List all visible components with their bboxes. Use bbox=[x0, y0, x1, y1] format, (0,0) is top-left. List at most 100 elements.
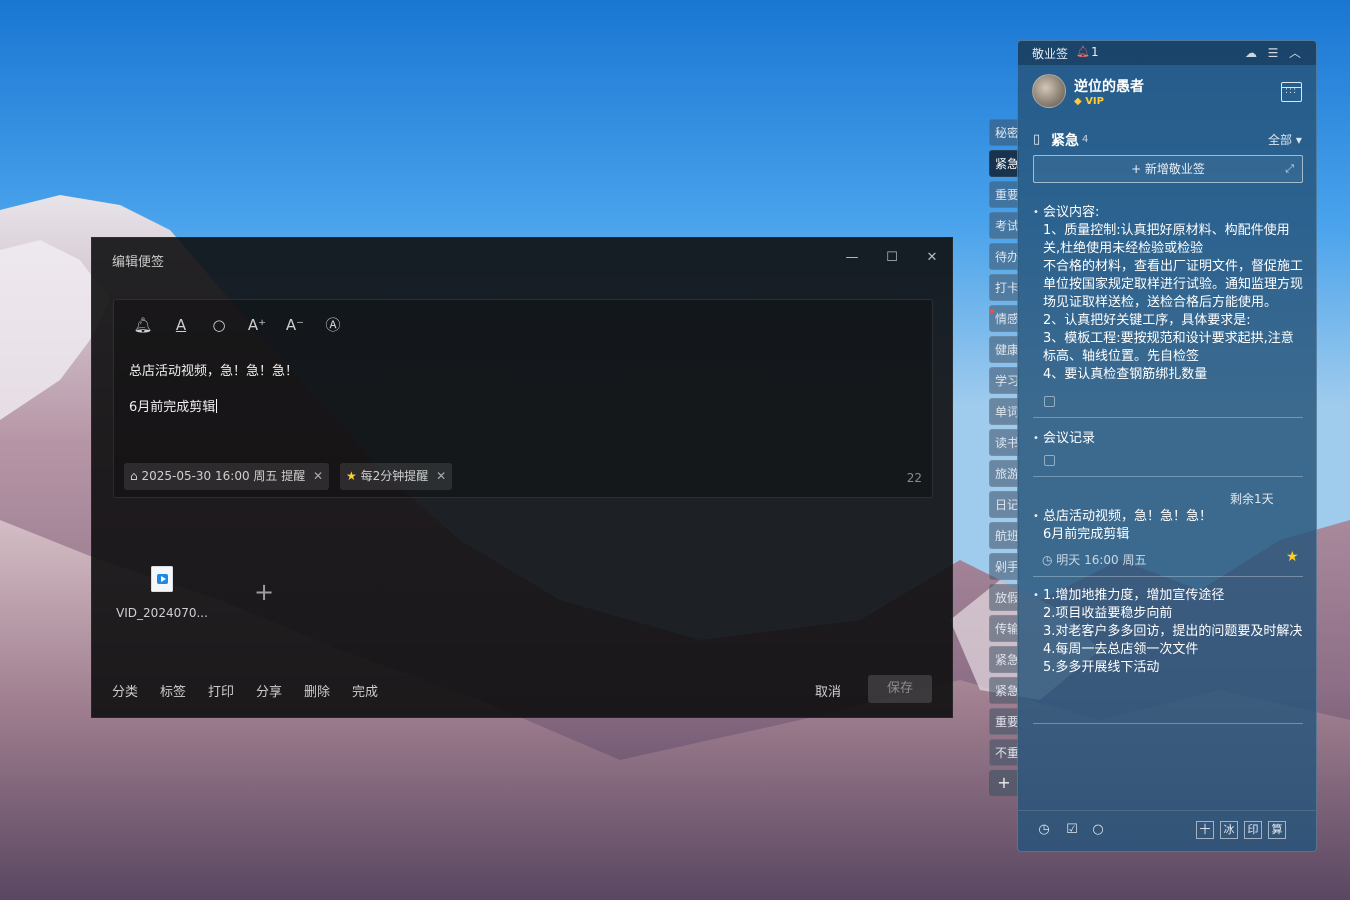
done-list-icon[interactable]: ☑ bbox=[1063, 821, 1081, 839]
note-reminder-time: ◷ 明天 16:00 周五 bbox=[1042, 553, 1147, 567]
tab-category-11[interactable]: 旅游 bbox=[989, 460, 1019, 487]
save-button[interactable]: 保存 bbox=[868, 675, 932, 703]
user-name[interactable]: 逆位的愚者 bbox=[1074, 76, 1144, 96]
footer-divider bbox=[1018, 810, 1316, 811]
font-decrease-icon[interactable]: A⁻ bbox=[283, 315, 307, 335]
tab-category-17[interactable]: 紧急 bbox=[989, 646, 1019, 673]
tab-category-0[interactable]: 秘密 bbox=[989, 119, 1019, 146]
notes-panel: 敬业签 🔔︎ 1 ☁ ☰ ︿ 逆位的愚者 ◆ VIP ▯ 紧急 4 全部 ▾ +… bbox=[1017, 40, 1317, 852]
font-increase-icon[interactable]: A⁺ bbox=[245, 315, 269, 335]
tool-box-2[interactable]: 冰 bbox=[1220, 821, 1238, 839]
tab-category-13[interactable]: 航班 bbox=[989, 522, 1019, 549]
star-icon: ★ bbox=[346, 469, 357, 483]
collapse-icon[interactable]: ︿ bbox=[1286, 44, 1304, 62]
diamond-icon: ◆ bbox=[1074, 96, 1082, 107]
add-attachment-icon[interactable]: + bbox=[252, 580, 276, 604]
note-content[interactable]: 总店活动视频，急！急！急！ 6月前完成剪辑 bbox=[129, 345, 909, 435]
tool-box-3[interactable]: 印 bbox=[1244, 821, 1262, 839]
filter-dropdown[interactable]: 全部 ▾ bbox=[1268, 131, 1302, 148]
menu-icon[interactable]: ☰ bbox=[1264, 44, 1282, 62]
add-category-button[interactable]: + bbox=[989, 770, 1019, 796]
tab-category-16[interactable]: 传输 bbox=[989, 615, 1019, 642]
repeat-chip[interactable]: ★ 每2分钟提醒 ✕ bbox=[340, 463, 453, 490]
panel-header: 敬业签 🔔︎ 1 ☁ ☰ ︿ bbox=[1018, 41, 1316, 65]
notification-bell-icon[interactable]: 🔔︎ bbox=[1076, 45, 1090, 58]
share-link[interactable]: 分享 bbox=[256, 681, 282, 700]
vip-label: VIP bbox=[1085, 96, 1104, 107]
divider bbox=[1033, 417, 1303, 418]
bullet: • bbox=[1033, 511, 1039, 522]
pin-icon[interactable]: ⤢ bbox=[1285, 156, 1294, 182]
char-count: 22 bbox=[906, 471, 922, 485]
reminder-chip[interactable]: ⌂ 2025-05-30 16:00 周五 提醒 ✕ bbox=[124, 463, 330, 490]
unread-dot bbox=[990, 309, 994, 313]
minimize-button[interactable]: — bbox=[840, 248, 864, 268]
maximize-button[interactable]: ☐ bbox=[880, 248, 904, 268]
star-icon[interactable]: ★ bbox=[1286, 549, 1299, 565]
bullet: • bbox=[1033, 433, 1039, 444]
tab-category-20[interactable]: 不重 bbox=[989, 739, 1019, 766]
format-icon[interactable]: Ⓐ bbox=[321, 315, 345, 335]
tool-box-1[interactable]: 十 bbox=[1196, 821, 1214, 839]
tab-category-6[interactable]: 情感 bbox=[989, 305, 1019, 332]
remove-repeat-icon[interactable]: ✕ bbox=[436, 469, 446, 483]
complete-link[interactable]: 完成 bbox=[352, 681, 378, 700]
note-line-2: 6月前完成剪辑 bbox=[129, 400, 216, 415]
tab-category-8[interactable]: 学习 bbox=[989, 367, 1019, 394]
tab-category-19[interactable]: 重要 bbox=[989, 708, 1019, 735]
attachment-name: VID_2024070... bbox=[116, 606, 208, 620]
search-icon[interactable]: ○ bbox=[1089, 821, 1107, 839]
close-button[interactable]: ✕ bbox=[920, 248, 944, 268]
calendar-icon[interactable] bbox=[1281, 82, 1302, 102]
note-text: 会议记录 bbox=[1043, 431, 1096, 446]
list-item[interactable]: • 总店活动视频，急！急！急！ 6月前完成剪辑 bbox=[1033, 508, 1303, 544]
tab-category-18[interactable]: 紧急 bbox=[989, 677, 1019, 704]
list-item[interactable]: • 会议内容: 1、质量控制:认真把好原材料、构配件使用关,杜绝使用未经检验或检… bbox=[1033, 204, 1303, 384]
tab-category-7[interactable]: 健康 bbox=[989, 336, 1019, 363]
tab-category-14[interactable]: 剁手 bbox=[989, 553, 1019, 580]
font-color-icon[interactable]: A bbox=[169, 315, 193, 335]
tab-category-15[interactable]: 放假 bbox=[989, 584, 1019, 611]
cloud-sync-icon[interactable]: ☁ bbox=[1242, 44, 1260, 62]
category-link[interactable]: 分类 bbox=[112, 681, 138, 700]
tab-category-1[interactable]: 紧急 bbox=[989, 150, 1019, 177]
delete-link[interactable]: 删除 bbox=[304, 681, 330, 700]
tab-category-12[interactable]: 日记 bbox=[989, 491, 1019, 518]
app-name: 敬业签 bbox=[1032, 47, 1069, 61]
tab-category-2[interactable]: 重要 bbox=[989, 181, 1019, 208]
reminder-chip-label: 2025-05-30 16:00 周五 提醒 bbox=[141, 469, 306, 483]
note-text: 会议内容: 1、质量控制:认真把好原材料、构配件使用关,杜绝使用未经检验或检验 … bbox=[1043, 205, 1303, 382]
note-text: 总店活动视频，急！急！急！ 6月前完成剪辑 bbox=[1043, 509, 1213, 542]
list-item[interactable]: • 会议记录 bbox=[1033, 430, 1303, 448]
tab-category-3[interactable]: 考试 bbox=[989, 212, 1019, 239]
divider bbox=[1033, 723, 1303, 724]
tab-category-9[interactable]: 单词 bbox=[989, 398, 1019, 425]
tab-category-5[interactable]: 打卡 bbox=[989, 274, 1019, 301]
note-line-1: 总店活动视频，急！急！急！ bbox=[129, 364, 299, 379]
category-name: 紧急 bbox=[1051, 133, 1079, 149]
tool-box-4[interactable]: 算 bbox=[1268, 821, 1286, 839]
bullet: • bbox=[1033, 207, 1039, 218]
tab-category-4[interactable]: 待办 bbox=[989, 243, 1019, 270]
print-link[interactable]: 打印 bbox=[208, 681, 234, 700]
remaining-time: 剩余1天 bbox=[1230, 492, 1274, 506]
avatar[interactable] bbox=[1032, 74, 1066, 108]
repeat-chip-label: 每2分钟提醒 bbox=[360, 469, 429, 483]
reminder-bell-icon: ⌂ bbox=[130, 469, 138, 483]
vip-badge: ◆ VIP bbox=[1074, 96, 1104, 107]
bell-icon[interactable]: 🔔︎ bbox=[131, 315, 155, 335]
list-item[interactable]: • 1.增加地推力度，增加宣传途径 2.项目收益要稳步向前 3.对老客户多多回访… bbox=[1033, 587, 1303, 677]
note-editor[interactable]: 🔔︎ A ○ A⁺ A⁻ Ⓐ 总店活动视频，急！急！急！ 6月前完成剪辑 ⌂ 2… bbox=[113, 299, 933, 498]
attachment-icon bbox=[1044, 396, 1055, 407]
text-caret bbox=[216, 399, 218, 413]
search-icon[interactable]: ○ bbox=[207, 315, 231, 335]
attachment-item[interactable]: VID_2024070... bbox=[116, 566, 208, 620]
cancel-button[interactable]: 取消 bbox=[815, 681, 841, 700]
history-icon[interactable]: ◷ bbox=[1035, 821, 1053, 839]
add-note-button[interactable]: + 新增敬业签 ⤢ bbox=[1033, 155, 1303, 183]
bullet: • bbox=[1033, 590, 1039, 601]
divider bbox=[1033, 576, 1303, 577]
tab-category-10[interactable]: 读书 bbox=[989, 429, 1019, 456]
remove-reminder-icon[interactable]: ✕ bbox=[313, 469, 323, 483]
tag-link[interactable]: 标签 bbox=[160, 681, 186, 700]
